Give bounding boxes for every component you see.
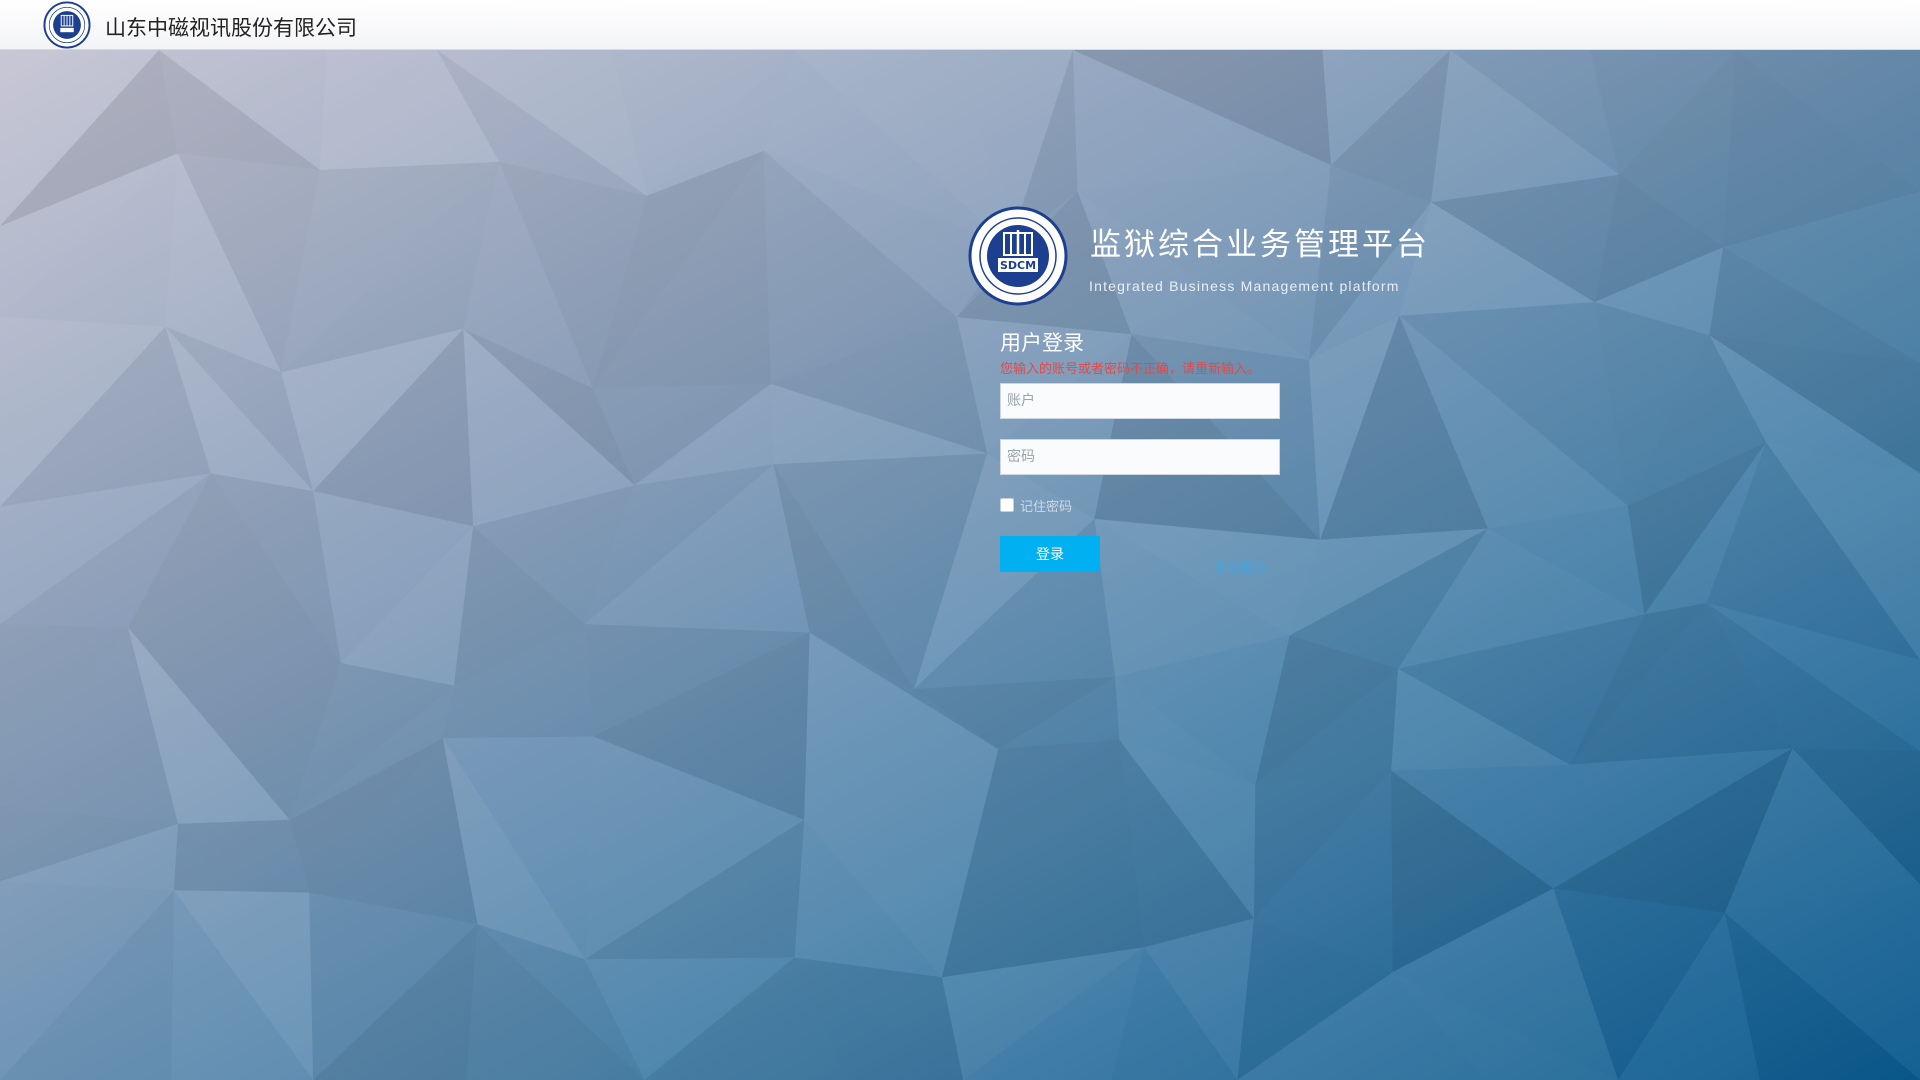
forgot-password-link[interactable]: 忘记密码 — [1214, 557, 1266, 576]
remember-password-label: 记住密码 — [1020, 499, 1073, 515]
platform-title: 监狱综合业务管理平台 — [1090, 227, 1430, 263]
password-input[interactable] — [1000, 439, 1280, 475]
platform-subtitle: Integrated Business Management platform — [1089, 278, 1400, 294]
login-error-message: 您输入的账号或者密码不正确，请重新输入。 — [1000, 362, 1261, 377]
login-heading: 用户登录 — [1000, 331, 1084, 355]
sdcm-seal-icon: SDCM — [968, 206, 1068, 306]
remember-password-option[interactable]: 记住密码 — [1000, 496, 1073, 515]
remember-password-checkbox[interactable] — [1000, 498, 1014, 512]
login-button[interactable]: 登录 — [1000, 536, 1100, 572]
company-seal-icon — [43, 1, 91, 49]
top-header-bar: 山东中磁视讯股份有限公司 — [0, 0, 1920, 50]
company-name: 山东中磁视讯股份有限公司 — [105, 16, 357, 40]
account-input[interactable] — [1000, 383, 1280, 419]
background-polygon-mesh — [0, 50, 1920, 1080]
sdcm-logo-text: SDCM — [1000, 259, 1036, 272]
